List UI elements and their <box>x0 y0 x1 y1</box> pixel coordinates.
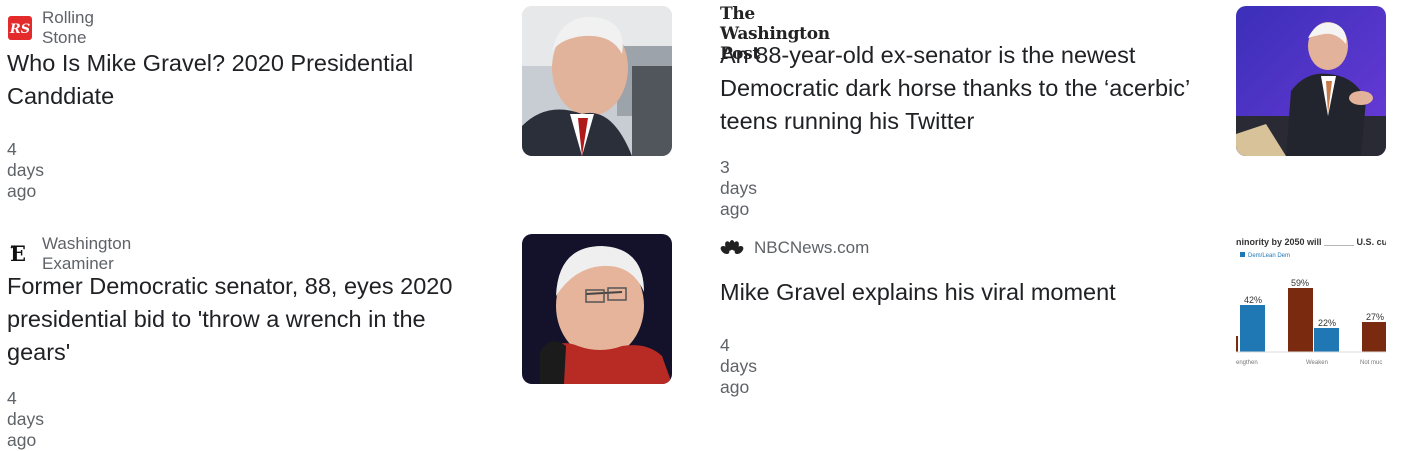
rolling-stone-logo-icon: RS <box>8 16 32 40</box>
chart-thumb-legend: Dem/Lean Dem <box>1248 253 1290 259</box>
article-thumbnail[interactable] <box>522 234 672 384</box>
article-title[interactable]: Who Is Mike Gravel? 2020 Presidential Ca… <box>7 47 487 113</box>
nbc-peacock-logo-icon <box>720 236 744 260</box>
article-thumbnail[interactable] <box>1236 6 1386 156</box>
article-title[interactable]: Former Democratic senator, 88, eyes 2020… <box>7 270 487 369</box>
svg-text:RS: RS <box>9 22 30 37</box>
chart-thumb-axis-label: engthen <box>1236 360 1258 366</box>
chart-thumb-axis-label: Not muc <box>1360 360 1382 366</box>
washington-examiner-logo-icon: E <box>8 242 32 266</box>
article-time: 3 days ago <box>720 157 757 219</box>
chart-thumb-label: 59% <box>1291 278 1309 288</box>
article-title[interactable]: An 88-year-old ex-senator is the newest … <box>720 39 1220 138</box>
article-title[interactable]: Mike Gravel explains his viral moment <box>720 276 1220 309</box>
source-name: NBCNews.com <box>754 238 870 257</box>
svg-text:E: E <box>10 242 26 266</box>
article-thumbnail[interactable] <box>522 6 672 156</box>
chart-thumb-label: 22% <box>1318 318 1336 328</box>
chart-thumb-label: 27% <box>1366 312 1384 322</box>
source-row: E Washington Examiner <box>8 234 131 274</box>
chart-thumb-axis-label: Weaken <box>1306 360 1328 366</box>
chart-thumb-header: ninority by 2050 will ______ U.S. cust <box>1236 237 1386 247</box>
source-row: NBCNews.com <box>720 236 869 260</box>
chart-thumb-label: 42% <box>1244 295 1262 305</box>
article-time: 4 days ago <box>7 139 44 201</box>
source-name: Washington Examiner <box>42 234 132 273</box>
article-thumbnail[interactable]: ninority by 2050 will ______ U.S. cust D… <box>1236 234 1386 384</box>
article-time: 4 days ago <box>720 335 757 397</box>
article-time: 4 days ago <box>7 388 44 450</box>
source-name: Rolling Stone <box>42 8 94 47</box>
source-row: RS Rolling Stone <box>8 8 94 48</box>
